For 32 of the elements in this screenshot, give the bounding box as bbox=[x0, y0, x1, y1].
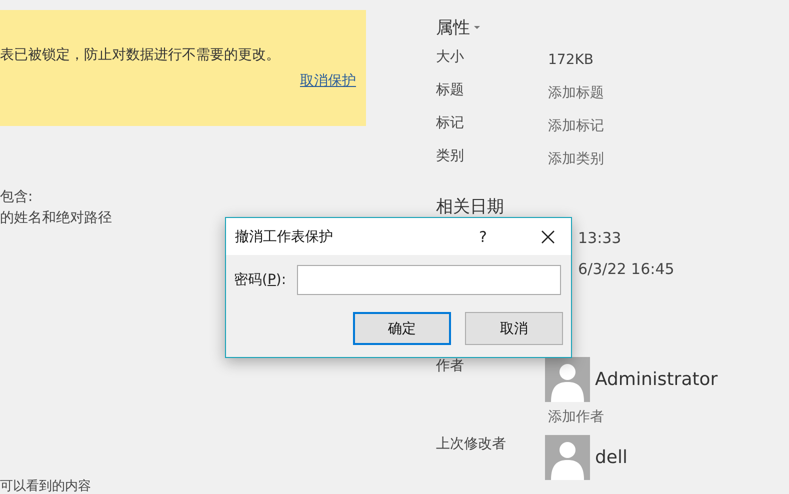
section-heading: 相关日期 bbox=[436, 196, 505, 218]
cancel-button[interactable]: 取消 bbox=[465, 312, 563, 345]
avatar-silhouette-icon bbox=[545, 435, 590, 480]
property-label: 上次修改者 bbox=[436, 435, 507, 454]
password-label: 密码(P): bbox=[234, 271, 286, 289]
person-name: Administrator bbox=[595, 369, 718, 390]
property-label: 标题 bbox=[436, 81, 465, 100]
property-label: 大小 bbox=[436, 48, 465, 67]
property-add-link[interactable]: 添加标题 bbox=[548, 84, 776, 103]
date-value: 6/3/22 16:45 bbox=[578, 259, 676, 279]
ok-button[interactable]: 确定 bbox=[353, 312, 451, 345]
avatar-silhouette-icon bbox=[545, 357, 590, 402]
properties-heading[interactable]: 属性 bbox=[436, 16, 470, 39]
date-value: 13:33 bbox=[578, 228, 622, 248]
property-label: 标记 bbox=[436, 114, 465, 133]
password-field[interactable] bbox=[297, 265, 562, 295]
unprotect-link[interactable]: 取消保护 bbox=[300, 72, 356, 90]
info-text: 的姓名和绝对路径 bbox=[0, 209, 113, 227]
property-label: 作者 bbox=[436, 357, 465, 376]
caret-icon[interactable] bbox=[474, 26, 480, 29]
person-name: dell bbox=[595, 447, 628, 468]
notice-message: 表已被锁定，防止对数据进行不需要的更改。 bbox=[0, 46, 281, 64]
property-add-link[interactable]: 添加类别 bbox=[548, 150, 776, 169]
close-icon bbox=[541, 230, 555, 244]
help-button[interactable]: ? bbox=[471, 228, 495, 246]
property-add-link[interactable]: 添加标记 bbox=[548, 117, 776, 136]
info-text: 包含: bbox=[0, 188, 34, 206]
property-label: 类别 bbox=[436, 147, 465, 166]
add-author-link[interactable]: 添加作者 bbox=[545, 408, 718, 426]
dialog-title: 撤消工作表保护 bbox=[235, 228, 334, 246]
info-text: 可以看到的内容 bbox=[0, 479, 92, 494]
property-value: 172KB bbox=[548, 51, 595, 70]
